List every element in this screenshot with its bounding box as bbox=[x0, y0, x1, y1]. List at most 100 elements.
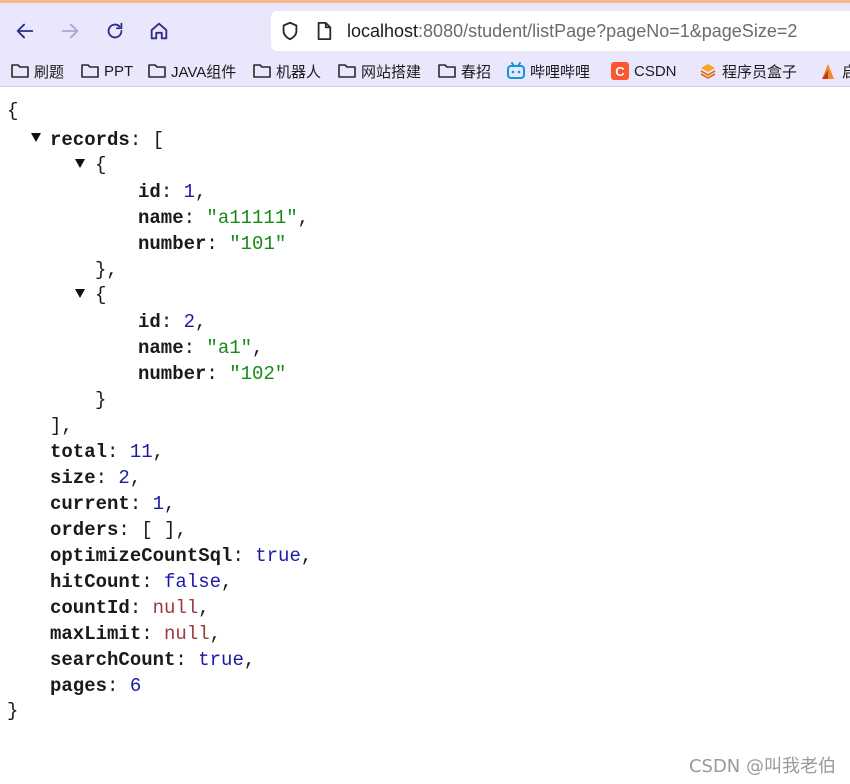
json-line-hitcount: hitCount: false, bbox=[50, 571, 233, 593]
json-value-name: "a1" bbox=[206, 337, 253, 359]
csdn-icon: C bbox=[610, 62, 630, 80]
home-button[interactable] bbox=[143, 15, 175, 47]
url-path: :8080/student/listPage?pageNo=1&pageSize… bbox=[418, 21, 798, 41]
json-key-hitcount: hitCount bbox=[50, 571, 142, 593]
json-line-size: size: 2, bbox=[50, 467, 142, 489]
bookmark-label: 春招 bbox=[461, 63, 492, 81]
json-close-brace: } bbox=[7, 698, 18, 724]
watermark: CSDN @叫我老伯 bbox=[688, 756, 836, 777]
bilibili-icon bbox=[506, 62, 526, 80]
json-line-total: total: 11, bbox=[50, 441, 165, 463]
bookmark-item[interactable]: 哔哩哔哩 bbox=[506, 60, 590, 82]
brace-text: } bbox=[95, 389, 107, 411]
json-key-size: size bbox=[50, 467, 96, 489]
json-key-number: number bbox=[138, 233, 207, 255]
bookmark-item[interactable]: 春招 bbox=[437, 60, 491, 82]
bookmark-label: PPT bbox=[104, 62, 134, 80]
back-button[interactable] bbox=[9, 15, 41, 47]
json-key-id: id bbox=[138, 311, 161, 333]
folder-icon bbox=[10, 62, 30, 80]
brace-text: { bbox=[95, 154, 107, 176]
bracket-text: ], bbox=[50, 415, 73, 437]
json-line-number: number: "102" bbox=[138, 363, 287, 385]
json-key-current: current bbox=[50, 493, 130, 515]
json-value-hitcount: false bbox=[164, 571, 222, 593]
json-value-number: "102" bbox=[229, 363, 287, 385]
records-close-bracket: ], bbox=[50, 413, 73, 439]
json-value-countid: null bbox=[152, 597, 199, 619]
bookmark-label: 启 bbox=[842, 63, 850, 81]
json-line-current: current: 1, bbox=[50, 493, 176, 515]
bookmark-item[interactable]: 网站搭建 bbox=[337, 60, 421, 82]
svg-text:C: C bbox=[615, 64, 625, 79]
json-value-id: 2 bbox=[183, 311, 196, 333]
json-value-current: 1 bbox=[152, 493, 165, 515]
forward-button[interactable] bbox=[54, 15, 86, 47]
page-icon[interactable] bbox=[315, 20, 333, 42]
json-key-total: total bbox=[50, 441, 108, 463]
address-bar[interactable]: localhost:8080/student/listPage?pageNo=1… bbox=[271, 11, 850, 51]
json-value-id: 1 bbox=[183, 181, 196, 203]
json-value-pages: 6 bbox=[129, 675, 142, 697]
folder-icon bbox=[337, 62, 357, 80]
json-key-countid: countId bbox=[50, 597, 130, 619]
json-line-name: name: "a11111", bbox=[138, 207, 310, 229]
reload-icon bbox=[107, 22, 123, 39]
json-line-id: id: 1, bbox=[138, 181, 207, 203]
brace-text: { bbox=[95, 284, 107, 306]
json-value-searchcount: true bbox=[198, 649, 244, 671]
bookmark-item[interactable]: PPT bbox=[80, 60, 133, 82]
json-value-orders: [ ] bbox=[141, 519, 176, 541]
json-key-name: name bbox=[138, 207, 184, 229]
bookmark-label: CSDN bbox=[634, 62, 677, 80]
reload-button[interactable] bbox=[99, 15, 131, 47]
collapse-triangle-icon[interactable] bbox=[75, 289, 85, 298]
browser-toolbar: localhost:8080/student/listPage?pageNo=1… bbox=[0, 0, 850, 56]
json-line-countid: countId: null, bbox=[50, 597, 210, 619]
brace-text: } bbox=[7, 700, 19, 722]
bookmark-label: 网站搭建 bbox=[361, 63, 422, 81]
json-key-id: id bbox=[138, 181, 161, 203]
arrow-left-icon bbox=[16, 23, 34, 39]
collapse-triangle-icon[interactable] bbox=[75, 159, 85, 168]
json-value-name: "a11111" bbox=[206, 207, 298, 229]
json-key-maxlimit: maxLimit bbox=[50, 623, 142, 645]
url-text[interactable]: localhost:8080/student/listPage?pageNo=1… bbox=[347, 20, 797, 42]
json-line-name: name: "a1", bbox=[138, 337, 264, 359]
json-line-orders: orders: [ ], bbox=[50, 519, 187, 541]
json-value-number: "101" bbox=[229, 233, 287, 255]
bookmarks-bar: 刷题 PPT JAVA组件 机器人 网站搭建 春招 哔哩哔哩 C CSDN 程序… bbox=[0, 56, 850, 87]
record-open-brace: { bbox=[95, 152, 106, 178]
json-key-optimizecountsql: optimizeCountSql bbox=[50, 545, 233, 567]
bookmark-item[interactable]: C CSDN bbox=[610, 60, 677, 82]
shield-icon[interactable] bbox=[279, 20, 301, 42]
collapse-triangle-icon[interactable] bbox=[31, 133, 41, 142]
json-line-records: records: [ bbox=[50, 129, 165, 151]
record-open-brace: { bbox=[95, 282, 106, 308]
json-value-maxlimit: null bbox=[164, 623, 210, 645]
bookmark-item[interactable]: JAVA组件 bbox=[147, 60, 236, 82]
home-icon bbox=[150, 22, 168, 40]
brace-text: { bbox=[7, 100, 19, 122]
json-viewer: { records: [ { id: 1, name: "a11111", nu… bbox=[0, 87, 850, 784]
bookmark-item[interactable]: 程序员盒子 bbox=[698, 60, 797, 82]
json-key-pages: pages bbox=[50, 675, 108, 697]
json-value-size: 2 bbox=[118, 467, 130, 489]
arrow-right-icon bbox=[61, 23, 79, 39]
records-open-bracket: [ bbox=[152, 129, 165, 151]
record-close-brace: }, bbox=[95, 257, 118, 283]
brace-text: }, bbox=[95, 259, 118, 281]
json-key-name: name bbox=[138, 337, 184, 359]
bookmark-item[interactable]: 刷题 bbox=[10, 60, 64, 82]
json-key-records: records bbox=[50, 129, 130, 151]
folder-icon bbox=[437, 62, 457, 80]
bookmark-item[interactable]: 启 bbox=[818, 60, 850, 82]
bookmark-label: 机器人 bbox=[276, 63, 322, 81]
flame-icon bbox=[818, 62, 838, 80]
bookmark-item[interactable]: 机器人 bbox=[252, 60, 321, 82]
json-value-total: 11 bbox=[129, 441, 153, 463]
json-value-optimizecountsql: true bbox=[255, 545, 301, 567]
json-line-maxlimit: maxLimit: null, bbox=[50, 623, 222, 645]
bookmark-label: 程序员盒子 bbox=[722, 63, 798, 81]
json-open-brace: { bbox=[7, 98, 18, 124]
